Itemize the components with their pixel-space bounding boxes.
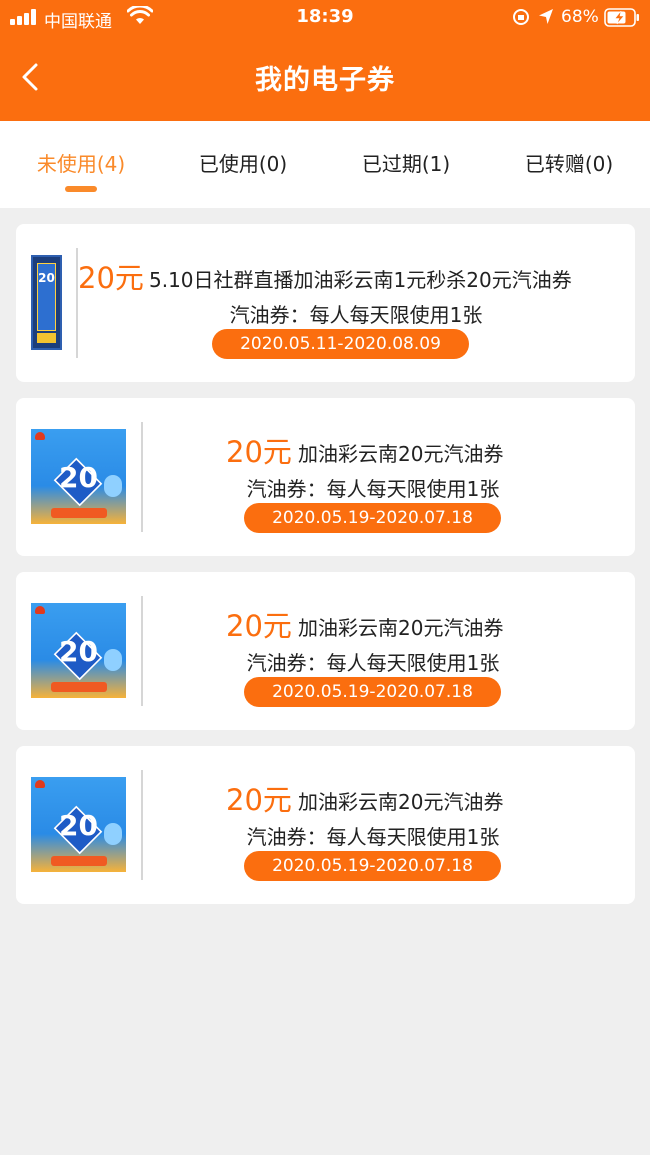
coupon-title: 加油彩云南20元汽油券 [298,616,504,640]
coupon-thumbnail: 20 [31,255,62,350]
mascot-icon [104,475,122,497]
tab-used[interactable]: 已使用(0) [162,121,324,208]
battery-charging-icon [604,8,639,27]
page-title: 我的电子券 [255,65,395,96]
thumbnail-amount: 20 [38,271,55,285]
petrochina-logo-icon [35,780,45,788]
coupon-amount: 20元 [226,435,292,469]
petrochina-logo-icon [35,432,45,440]
coupon-card[interactable]: 20 20元 加油彩云南20元汽油券 汽油券：每人每天限使用1张 2020.05… [16,746,635,904]
tab-unused[interactable]: 未使用(4) [0,121,162,208]
tab-label: 已过期(1) [361,152,451,176]
validity-badge: 2020.05.19-2020.07.18 [244,677,501,707]
coupon-card[interactable]: 20 20元 5.10日社群直播加油彩云南1元秒杀20元汽油券 汽油券：每人每天… [16,224,635,382]
status-bar: 中国联通 18:39 68% [0,0,650,36]
coupon-description: 汽油券：每人每天限使用1张 [246,477,500,501]
tab-label: 已使用(0) [198,152,288,176]
coupon-title: 加油彩云南20元汽油券 [298,790,504,814]
validity-badge: 2020.05.19-2020.07.18 [244,851,501,881]
coupon-description: 汽油券：每人每天限使用1张 [229,303,483,327]
orientation-lock-icon [513,9,529,25]
coupon-thumbnail: 20 [31,429,126,524]
active-tab-indicator [65,186,97,192]
coupon-amount: 20元 [78,261,144,295]
coupon-card[interactable]: 20 20元 加油彩云南20元汽油券 汽油券：每人每天限使用1张 2020.05… [16,398,635,556]
battery-percent: 68% [561,7,599,27]
app-header: 中国联通 18:39 68% 我的电子券 [0,0,650,121]
coupon-thumbnail: 20 [31,777,126,872]
coupon-status-tabs: 未使用(4) 已使用(0) 已过期(1) 已转赠(0) [0,121,650,208]
tab-expired[interactable]: 已过期(1) [325,121,487,208]
validity-badge: 2020.05.11-2020.08.09 [212,329,469,359]
validity-badge: 2020.05.19-2020.07.18 [244,503,501,533]
petrochina-logo-icon [35,606,45,614]
tab-label: 未使用(4) [36,152,126,176]
coupon-description: 汽油券：每人每天限使用1张 [246,825,500,849]
coupon-title: 5.10日社群直播加油彩云南1元秒杀20元汽油券 [149,268,572,292]
tab-label: 已转赠(0) [524,152,614,176]
location-arrow-icon [539,9,553,24]
tab-transferred[interactable]: 已转赠(0) [488,121,650,208]
coupon-thumbnail: 20 [31,603,126,698]
coupon-amount: 20元 [226,609,292,643]
coupon-description: 汽油券：每人每天限使用1张 [246,651,500,675]
coupon-title: 加油彩云南20元汽油券 [298,442,504,466]
coupon-card[interactable]: 20 20元 加油彩云南20元汽油券 汽油券：每人每天限使用1张 2020.05… [16,572,635,730]
coupon-amount: 20元 [226,783,292,817]
mascot-icon [104,823,122,845]
mascot-icon [104,649,122,671]
